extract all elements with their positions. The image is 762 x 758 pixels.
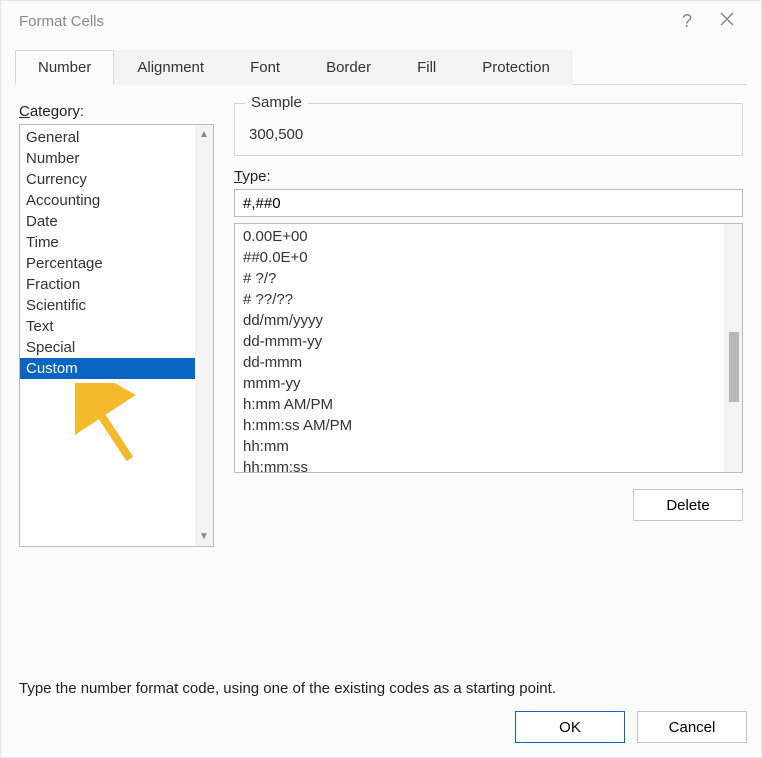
tab-protection[interactable]: Protection: [459, 50, 573, 85]
category-item[interactable]: Fraction: [20, 274, 213, 295]
category-item[interactable]: General: [20, 127, 213, 148]
scrollbar-thumb[interactable]: [729, 332, 739, 402]
sample-value: 300,500: [249, 126, 728, 143]
type-input[interactable]: [234, 189, 743, 217]
format-code-item[interactable]: h:mm AM/PM: [235, 394, 742, 415]
category-label: Category:: [19, 103, 214, 120]
category-scrollbar[interactable]: ▲ ▼: [195, 125, 213, 546]
category-item[interactable]: Currency: [20, 169, 213, 190]
format-code-item[interactable]: 0.00E+00: [235, 226, 742, 247]
ok-button[interactable]: OK: [515, 711, 625, 743]
type-label: Type:: [234, 168, 743, 185]
tab-font[interactable]: Font: [227, 50, 303, 85]
format-code-item[interactable]: hh:mm: [235, 436, 742, 457]
format-code-listbox[interactable]: 0.00E+00##0.0E+0# ?/?# ??/??dd/mm/yyyydd…: [234, 223, 743, 473]
tab-border[interactable]: Border: [303, 50, 394, 85]
format-code-item[interactable]: # ?/?: [235, 268, 742, 289]
titlebar: Format Cells ?: [1, 1, 761, 41]
category-item[interactable]: Time: [20, 232, 213, 253]
category-item[interactable]: Date: [20, 211, 213, 232]
format-scrollbar[interactable]: [724, 224, 742, 472]
category-item[interactable]: Custom: [20, 358, 213, 379]
format-cells-dialog: Format Cells ? NumberAlignmentFontBorder…: [0, 0, 762, 758]
dialog-buttons: OK Cancel: [1, 697, 761, 757]
hint-text: Type the number format code, using one o…: [1, 680, 761, 697]
format-code-item[interactable]: dd-mmm-yy: [235, 331, 742, 352]
cancel-button[interactable]: Cancel: [637, 711, 747, 743]
category-item[interactable]: Number: [20, 148, 213, 169]
tab-bar: NumberAlignmentFontBorderFillProtection: [15, 49, 747, 85]
format-code-item[interactable]: ##0.0E+0: [235, 247, 742, 268]
tab-fill[interactable]: Fill: [394, 50, 459, 85]
category-item[interactable]: Percentage: [20, 253, 213, 274]
format-code-item[interactable]: dd-mmm: [235, 352, 742, 373]
scroll-down-icon[interactable]: ▼: [199, 527, 209, 546]
dialog-title: Format Cells: [19, 13, 104, 30]
delete-button[interactable]: Delete: [633, 489, 743, 521]
format-code-item[interactable]: hh:mm:ss: [235, 457, 742, 473]
sample-label: Sample: [245, 94, 308, 111]
category-item[interactable]: Scientific: [20, 295, 213, 316]
category-listbox[interactable]: GeneralNumberCurrencyAccountingDateTimeP…: [19, 124, 214, 547]
category-item[interactable]: Text: [20, 316, 213, 337]
format-code-item[interactable]: # ??/??: [235, 289, 742, 310]
category-item[interactable]: Special: [20, 337, 213, 358]
tab-alignment[interactable]: Alignment: [114, 50, 227, 85]
format-code-item[interactable]: dd/mm/yyyy: [235, 310, 742, 331]
format-code-item[interactable]: h:mm:ss AM/PM: [235, 415, 742, 436]
scroll-up-icon[interactable]: ▲: [199, 125, 209, 144]
format-code-item[interactable]: mmm-yy: [235, 373, 742, 394]
category-item[interactable]: Accounting: [20, 190, 213, 211]
close-icon[interactable]: [707, 11, 747, 32]
sample-box: Sample 300,500: [234, 103, 743, 156]
help-icon[interactable]: ?: [667, 11, 707, 32]
tab-number[interactable]: Number: [15, 50, 114, 85]
